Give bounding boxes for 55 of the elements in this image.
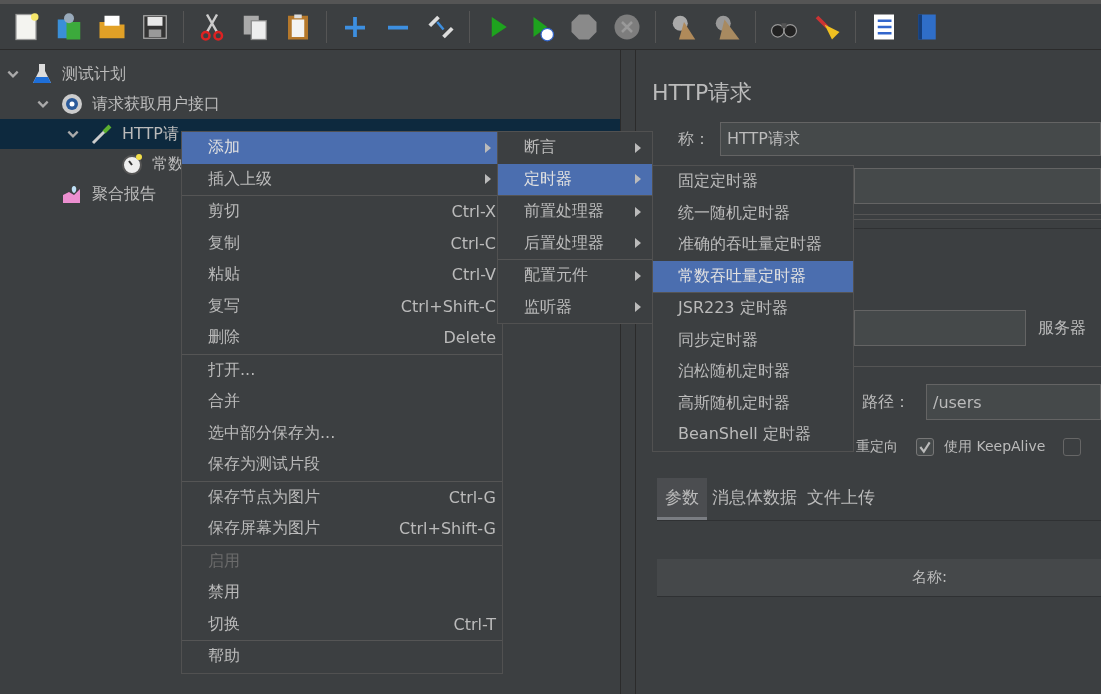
server-field[interactable] (854, 310, 1026, 346)
tree-item[interactable]: 请求获取用户接口 (92, 93, 220, 115)
arrow-icon (634, 237, 642, 250)
menu-item[interactable]: 禁用 (182, 577, 502, 609)
arrow-icon (484, 173, 492, 186)
tree-item[interactable]: HTTP请 (122, 123, 179, 145)
menu-item[interactable]: 选中部分保存为... (182, 417, 502, 449)
menu-item[interactable]: 定时器 (498, 163, 652, 195)
arrow-icon (634, 141, 642, 154)
flask-icon (30, 62, 54, 86)
menu-item[interactable]: JSR223 定时器 (653, 293, 853, 325)
tab[interactable]: 参数 (657, 478, 707, 520)
tree-item[interactable]: 聚合报告 (92, 183, 156, 205)
menu-item[interactable]: 固定定时器 (653, 166, 853, 198)
menu-item[interactable]: 合并 (182, 386, 502, 418)
menu-item[interactable]: 准确的吞吐量定时器 (653, 229, 853, 261)
field-label: 路径： (862, 391, 911, 413)
field-label: 称： (678, 128, 711, 150)
menu-item[interactable]: 同步定时器 (653, 324, 853, 356)
menu-item[interactable]: 保存屏幕为图片 Ctrl+Shift-G (182, 513, 502, 545)
arrow-icon (634, 269, 642, 282)
tab[interactable]: 消息体数据 (707, 478, 802, 520)
arrow-icon (634, 205, 642, 218)
field-label: 服务器 (1038, 317, 1086, 339)
menu-item[interactable]: 泊松随机定时器 (653, 356, 853, 388)
menu-item[interactable]: 监听器 (498, 291, 652, 323)
checkbox-label: 重定向 (856, 438, 898, 456)
menu-item[interactable]: 切换 Ctrl-T (182, 608, 502, 640)
menu-item[interactable]: 帮助 (182, 641, 502, 673)
menu-item[interactable]: 后置处理器 (498, 227, 652, 259)
path-field[interactable]: /users (926, 384, 1101, 420)
input-field[interactable] (854, 168, 1101, 204)
arrow-icon (634, 173, 642, 186)
menu-item[interactable]: 保存节点为图片 Ctrl-G (182, 481, 502, 513)
menu-item[interactable]: 高斯随机定时器 (653, 387, 853, 419)
checkbox-label: 使用 KeepAlive (944, 438, 1046, 456)
menu-item[interactable]: 前置处理器 (498, 196, 652, 228)
menu-item[interactable]: 配置元件 (498, 260, 652, 292)
checkbox[interactable] (1063, 438, 1082, 456)
menu-item[interactable]: 常数吞吐量定时器 (653, 260, 853, 292)
column-header: 名称: (912, 568, 948, 587)
menu-item[interactable]: 统一随机定时器 (653, 197, 853, 229)
menu-item[interactable]: 删除 Delete (182, 322, 502, 354)
menu-item[interactable]: 保存为测试片段 (182, 449, 502, 481)
arrow-icon (634, 301, 642, 314)
checkbox[interactable] (916, 438, 934, 456)
stopwatch-icon (120, 152, 144, 176)
menu-item[interactable]: 打开... (182, 354, 502, 386)
arrow-icon (484, 141, 492, 154)
panel-title: HTTP请求 (652, 79, 754, 107)
gear-icon (60, 92, 84, 116)
menu-item[interactable]: BeanShell 定时器 (653, 419, 853, 451)
tab[interactable]: 文件上传 (802, 478, 880, 520)
name-field[interactable]: HTTP请求 (720, 122, 1101, 156)
tree-item[interactable]: 测试计划 (62, 63, 126, 85)
